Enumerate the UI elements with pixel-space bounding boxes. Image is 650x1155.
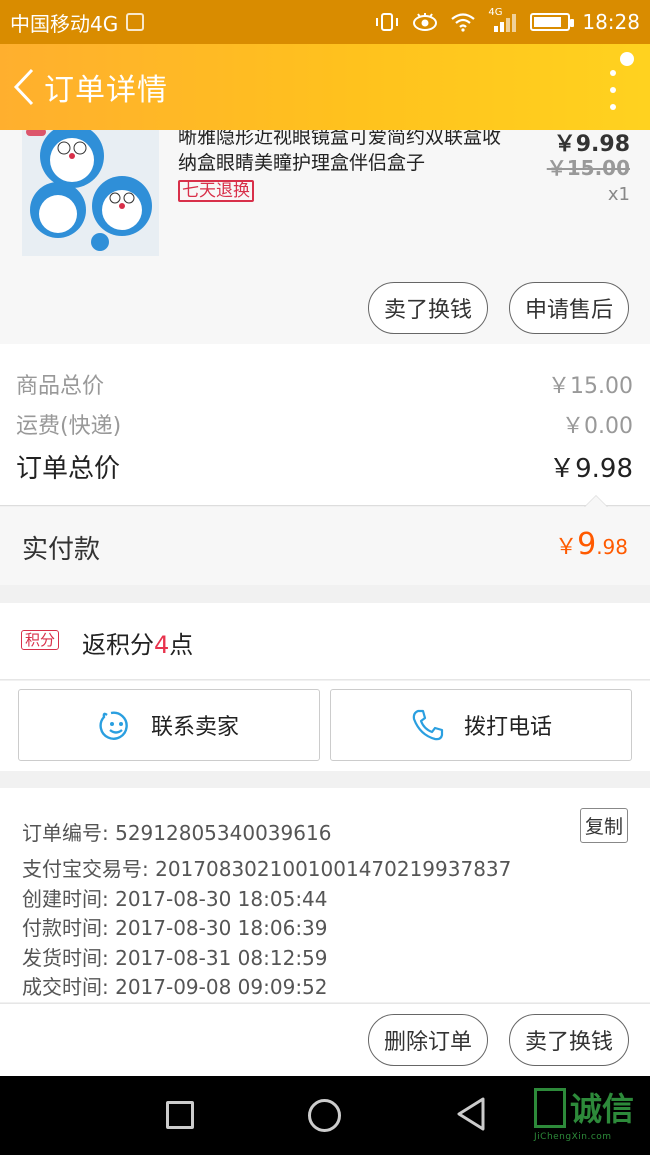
paid-amount: ￥9.98 [555, 527, 628, 562]
app-bar: 订单详情 [0, 44, 650, 130]
paid-currency: ￥ [555, 535, 578, 560]
created-time: 创建时间: 2017-08-30 18:05:44 [22, 887, 328, 911]
notification-dot [620, 52, 634, 66]
divider [0, 505, 650, 506]
signal-icon: 4G [488, 7, 518, 33]
paid-amount-row: 实付款 ￥9.98 [0, 507, 650, 585]
call-label: 拨打电话 [463, 715, 552, 740]
goods-total-row: 商品总价 ￥15.00 [16, 368, 633, 400]
watermark-text: 诚信 [570, 1090, 635, 1128]
contact-row: 联系卖家 拨打电话 [0, 681, 650, 771]
call-button[interactable]: 拨打电话 [330, 689, 632, 761]
battery-fill [534, 17, 562, 27]
points-prefix: 返积分 [82, 631, 154, 659]
points-badge: 积分 [21, 630, 60, 650]
status-bar: 中国移动4G 4G 18:28 [0, 0, 650, 44]
sim-icon [126, 13, 145, 31]
paid-time: 付款时间: 2017-08-30 18:06:39 [22, 916, 328, 940]
price-summary: 商品总价 ￥15.00 运费(快递) ￥0.00 订单总价 ￥9.98 [0, 344, 650, 507]
shipping-row: 运费(快递) ￥0.00 [16, 408, 633, 440]
more-vertical-icon[interactable] [606, 70, 620, 110]
sell-button-bottom[interactable]: 卖了换钱 [509, 1014, 629, 1066]
shipping-label: 运费(快递) [16, 414, 122, 439]
bottom-actions: 删除订单 卖了换钱 [0, 1003, 650, 1076]
shipped-time: 发货时间: 2017-08-31 08:12:59 [22, 946, 328, 970]
carrier-group: 中国移动4G [10, 8, 374, 37]
page-title: 订单详情 [44, 73, 168, 108]
product-card: 晰雅隐形近视眼镜盒可爱简约双联盒收纳盒眼睛美瞳护理盒伴侣盒子 七天退换 ￥9.9… [0, 130, 650, 344]
alipay-trade-number: 支付宝交易号: 2017083021001001470219937837 [22, 857, 512, 881]
watermark-url: JiChengXin.com [534, 1132, 612, 1142]
status-icons: 4G 18:28 [374, 7, 640, 34]
battery-icon [530, 13, 575, 31]
product-name[interactable]: 晰雅隐形近视眼镜盒可爱简约双联盒收纳盒眼睛美瞳护理盒伴侣盒子 [178, 130, 508, 176]
points-text: 返积分4点 [82, 625, 193, 660]
completed-time: 成交时间: 2017-09-08 09:09:52 [22, 975, 328, 999]
delete-order-button[interactable]: 删除订单 [368, 1014, 488, 1066]
paid-integer: 9 [577, 527, 597, 562]
contact-seller-label: 联系卖家 [150, 715, 239, 740]
product-quantity: x1 [607, 184, 630, 205]
goods-total-label: 商品总价 [16, 374, 105, 399]
order-total-row: 订单总价 ￥9.98 [16, 448, 633, 485]
seven-day-return-tag: 七天退换 [178, 180, 254, 202]
recents-icon[interactable] [166, 1101, 194, 1129]
order-info: 订单编号: 52912805340039616 支付宝交易号: 20170830… [0, 788, 650, 1002]
watermark: 诚信 JiChengXin.com [530, 1082, 650, 1148]
home-icon[interactable] [308, 1099, 341, 1132]
order-number: 订单编号: 52912805340039616 [22, 821, 332, 845]
chat-smile-icon [99, 711, 128, 740]
phone-icon [412, 709, 444, 741]
carrier-label: 中国移动4G [10, 11, 119, 36]
order-total-label: 订单总价 [16, 454, 121, 484]
back-triangle-icon[interactable] [455, 1096, 487, 1132]
caret-up-icon [584, 495, 608, 507]
network-badge: 4G [488, 7, 503, 18]
original-price: ￥15.00 [546, 156, 630, 180]
chevron-left-icon[interactable] [4, 44, 44, 130]
watermark-logo-icon [534, 1088, 566, 1128]
order-total-value: ￥9.98 [549, 454, 633, 484]
clock: 18:28 [582, 10, 640, 34]
vibrate-icon [376, 13, 399, 31]
shipping-value: ￥0.00 [562, 414, 633, 439]
points-value: 4 [154, 631, 170, 659]
goods-total-value: ￥15.00 [548, 374, 633, 399]
points-suffix: 点 [169, 631, 194, 659]
after-sale-button[interactable]: 申请售后 [509, 282, 629, 334]
copy-button[interactable]: 复制 [579, 808, 628, 843]
sell-button[interactable]: 卖了换钱 [368, 282, 488, 334]
paid-label: 实付款 [22, 535, 101, 565]
wifi-icon [451, 13, 476, 32]
eye-icon [413, 13, 438, 31]
contact-seller-button[interactable]: 联系卖家 [18, 689, 320, 761]
points-row: 积分 返积分4点 [0, 603, 650, 680]
product-thumbnail[interactable] [22, 130, 159, 256]
paid-decimal: .98 [596, 535, 628, 559]
